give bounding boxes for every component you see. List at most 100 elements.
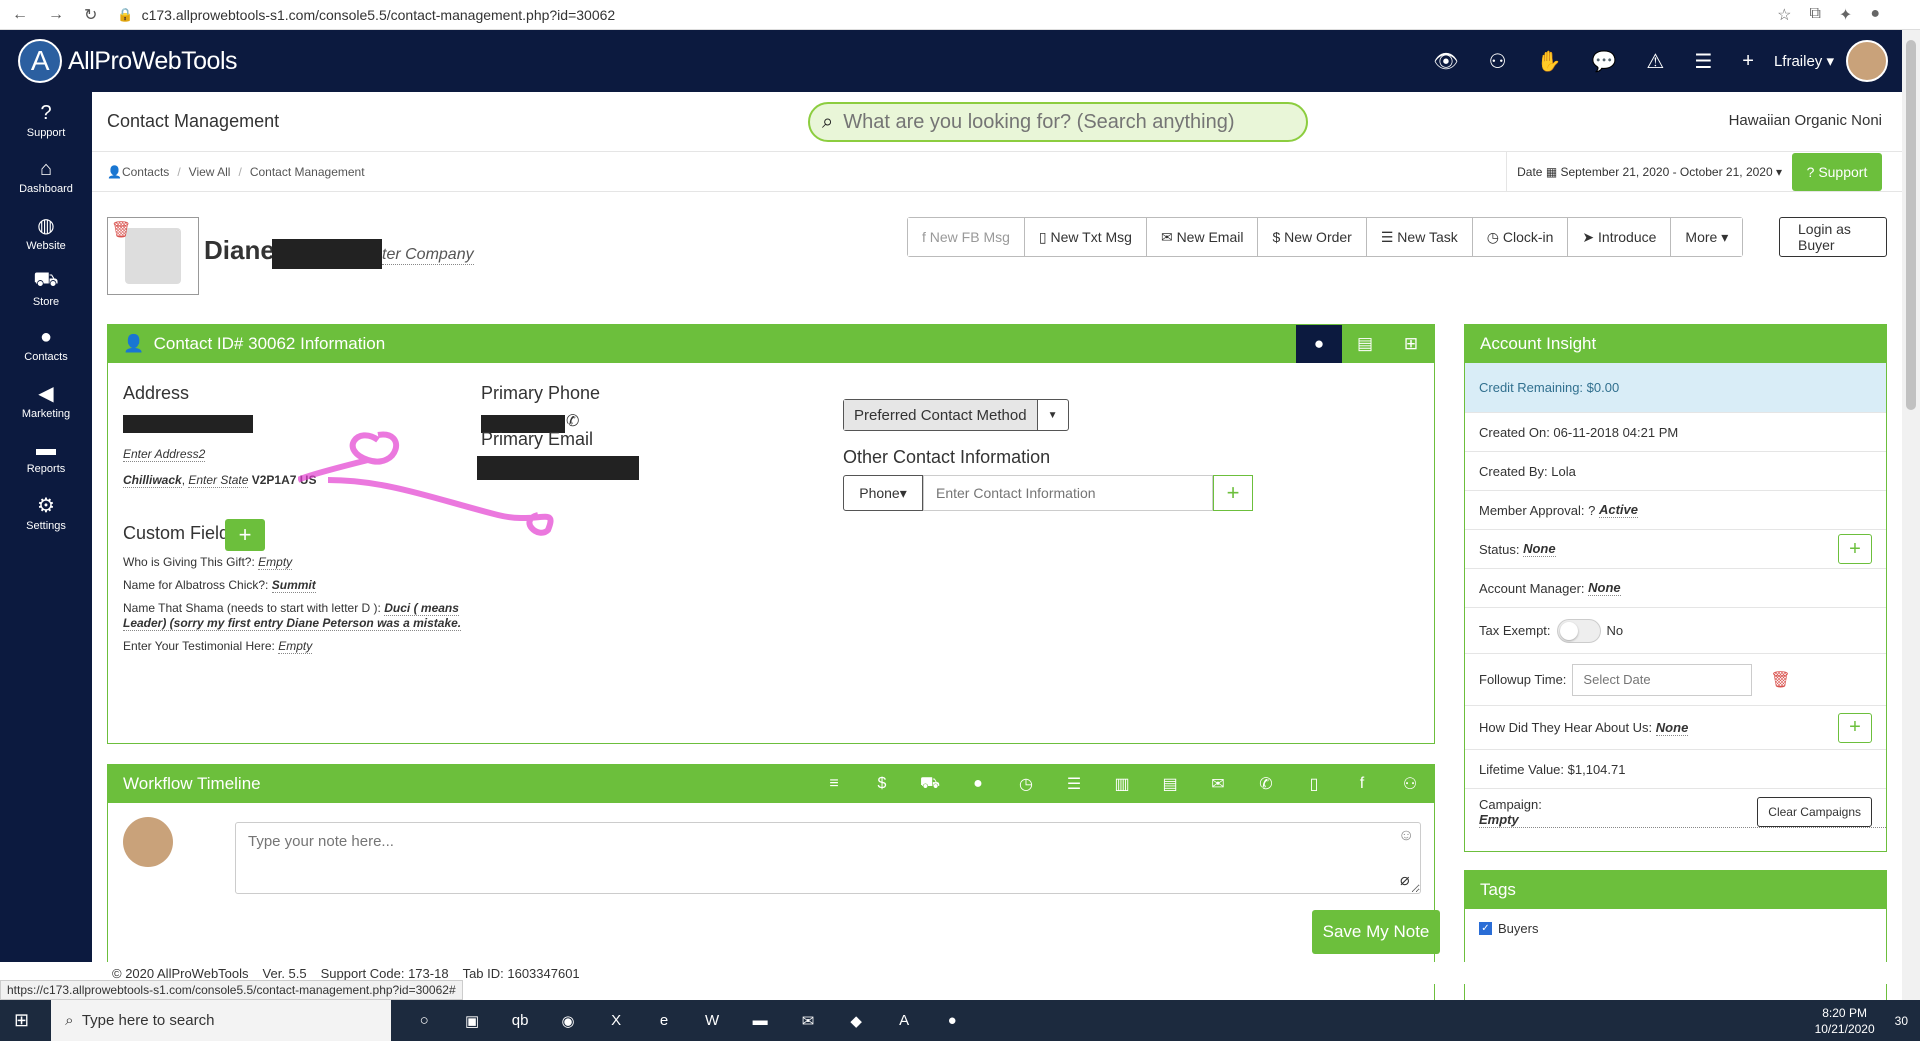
eye-icon[interactable]: 👁 [1433, 49, 1458, 74]
tasks-icon[interactable]: ☰ [1694, 49, 1712, 74]
puzzle-icon[interactable]: ✦ [1839, 5, 1852, 25]
date-range-picker[interactable]: Date ▦ September 21, 2020 - October 21, … [1506, 152, 1782, 192]
new-task-button[interactable]: ☰ New Task [1366, 218, 1473, 256]
cortana-icon[interactable]: ○ [411, 1008, 437, 1034]
acrobat-icon[interactable]: A [891, 1008, 917, 1034]
paperclip-icon[interactable]: ⌀ [1400, 870, 1410, 890]
email-icon[interactable]: ✉ [1194, 765, 1242, 803]
back-icon[interactable]: ← [12, 6, 28, 24]
file-explorer-icon[interactable]: ▬ [747, 1008, 773, 1034]
support-button[interactable]: ? Support [1792, 153, 1882, 191]
system-clock[interactable]: 8:20 PM 10/21/2020 [1815, 1005, 1875, 1037]
breadcrumb-contacts[interactable]: Contacts [122, 165, 169, 179]
clock-in-button[interactable]: ◷ Clock-in [1472, 218, 1569, 256]
login-as-buyer-button[interactable]: Login as Buyer [1779, 217, 1887, 257]
preferred-contact-method[interactable]: Preferred Contact Method ▼ [843, 399, 1069, 431]
checkbox-checked-icon[interactable]: ✓ [1479, 922, 1492, 935]
sidebar-item-marketing[interactable]: ◀ Marketing [0, 372, 92, 428]
contact-info-input[interactable] [923, 475, 1213, 511]
sidebar-item-support[interactable]: ? Support [0, 92, 92, 148]
clear-campaigns-button[interactable]: Clear Campaigns [1757, 797, 1872, 827]
add-custom-field-button[interactable]: + [225, 519, 265, 551]
mail-icon[interactable]: ✉ [795, 1008, 821, 1034]
extension-icon[interactable]: ⧉ [1809, 5, 1820, 25]
user-menu[interactable]: Lfrailey ▾ [1774, 52, 1834, 70]
star-icon[interactable]: ☆ [1777, 5, 1791, 25]
emoji-icon[interactable]: ☺ [1398, 827, 1414, 845]
chevron-down-icon[interactable]: ▼ [1038, 400, 1068, 430]
excel-icon[interactable]: X [603, 1008, 629, 1034]
scrollbar-thumb[interactable] [1906, 40, 1916, 410]
save-note-button[interactable]: Save My Note [1312, 910, 1440, 954]
task-view-icon[interactable]: ▣ [459, 1008, 485, 1034]
address-bar[interactable]: c173.allprowebtools-s1.com/console5.5/co… [142, 7, 616, 23]
profile-icon[interactable]: ● [1870, 5, 1880, 25]
sidebar-item-website[interactable]: ◍ Website [0, 204, 92, 260]
handshake-icon[interactable]: ✋ [1537, 49, 1562, 74]
reload-icon[interactable]: ↻ [84, 5, 97, 25]
tab-profile[interactable]: ● [1296, 325, 1342, 363]
windows-start-icon[interactable]: ⊞ [14, 1010, 29, 1031]
app-icon[interactable]: ◆ [843, 1008, 869, 1034]
custom-field-albatross[interactable]: Name for Albatross Chick?: Summit [123, 578, 316, 593]
mobile-icon[interactable]: ▯ [1290, 765, 1338, 803]
custom-field-testimonial[interactable]: Enter Your Testimonial Here: Empty [123, 639, 313, 654]
new-order-button[interactable]: $ New Order [1258, 218, 1367, 256]
trash-icon[interactable]: 🗑 [1770, 670, 1790, 690]
contact-type-select[interactable]: Phone ▾ [843, 475, 923, 511]
followup-date-input[interactable] [1572, 663, 1753, 696]
notifications-icon[interactable]: 30 [1895, 1014, 1908, 1028]
list-icon[interactable]: ≡ [810, 765, 858, 803]
sidebar-item-contacts[interactable]: ● Contacts [0, 316, 92, 372]
dollar-icon[interactable]: $ [858, 765, 906, 803]
new-txt-msg-button[interactable]: ▯ New Txt Msg [1024, 218, 1147, 256]
address2-field[interactable]: Enter Address2 [123, 447, 206, 462]
user-avatar[interactable] [1846, 40, 1888, 82]
contact-name[interactable]: Diane [204, 235, 275, 266]
tax-exempt-toggle[interactable] [1556, 618, 1601, 643]
introduce-button[interactable]: ➤ Introduce [1568, 218, 1672, 256]
taskbar-search[interactable]: ⌕ Type here to search [51, 1000, 392, 1041]
breadcrumb-view-all[interactable]: View All [189, 165, 231, 179]
global-search[interactable]: ⌕ [808, 102, 1308, 142]
new-email-button[interactable]: ✉ New Email [1146, 218, 1259, 256]
add-source-button[interactable]: + [1838, 712, 1872, 743]
comment-icon[interactable]: ● [954, 765, 1002, 803]
brand-logo[interactable]: A AllProWebTools [18, 39, 238, 83]
sidebar-item-reports[interactable]: ▬ Reports [0, 428, 92, 484]
warning-icon[interactable]: ⚠ [1646, 49, 1664, 74]
note-icon[interactable]: ▤ [1146, 765, 1194, 803]
tab-hierarchy[interactable]: ⊞ [1388, 325, 1434, 363]
trash-icon[interactable]: 🗑 [111, 220, 131, 240]
form-icon[interactable]: ▥ [1098, 765, 1146, 803]
cart-icon[interactable]: ⛟ [906, 765, 954, 803]
question-circle-icon[interactable]: ? [1588, 503, 1595, 518]
edge-icon[interactable]: e [651, 1008, 677, 1034]
sidebar-item-settings[interactable]: ⚙ Settings [0, 484, 92, 540]
quickbooks-icon[interactable]: qb [507, 1008, 533, 1034]
tasks-icon[interactable]: ☰ [1050, 765, 1098, 803]
sidebar-item-store[interactable]: ⛟ Store [0, 260, 92, 316]
vertical-scrollbar[interactable] [1902, 30, 1920, 1000]
add-contact-info-button[interactable]: + [1213, 475, 1253, 511]
contact-photo[interactable]: 🗑 [107, 217, 199, 295]
plus-icon[interactable]: + [1742, 50, 1754, 73]
custom-field-gift[interactable]: Who is Giving This Gift?: Empty [123, 555, 293, 570]
phone-icon[interactable]: ✆ [566, 411, 579, 431]
sidebar-item-dashboard[interactable]: ⌂ Dashboard [0, 148, 92, 204]
paint-icon[interactable]: ● [939, 1008, 965, 1034]
city-state-zip[interactable]: Chilliwack, Enter State V2P1A7 US [123, 473, 316, 488]
search-input[interactable] [843, 110, 1264, 134]
custom-field-shama[interactable]: Name That Shama (needs to start with let… [123, 601, 463, 631]
company-field[interactable]: ter Company [382, 246, 474, 265]
word-icon[interactable]: W [699, 1008, 725, 1034]
tab-notes[interactable]: ▤ [1342, 325, 1388, 363]
users-icon[interactable]: ⚇ [1489, 49, 1507, 74]
phone-icon[interactable]: ✆ [1242, 765, 1290, 803]
chat-icon[interactable]: 💬 [1591, 49, 1616, 74]
facebook-icon[interactable]: f [1338, 765, 1386, 803]
forward-icon[interactable]: → [48, 6, 64, 24]
clock-icon[interactable]: ◷ [1002, 765, 1050, 803]
new-fb-msg-button[interactable]: f New FB Msg [908, 218, 1025, 256]
group-icon[interactable]: ⚇ [1386, 765, 1434, 803]
